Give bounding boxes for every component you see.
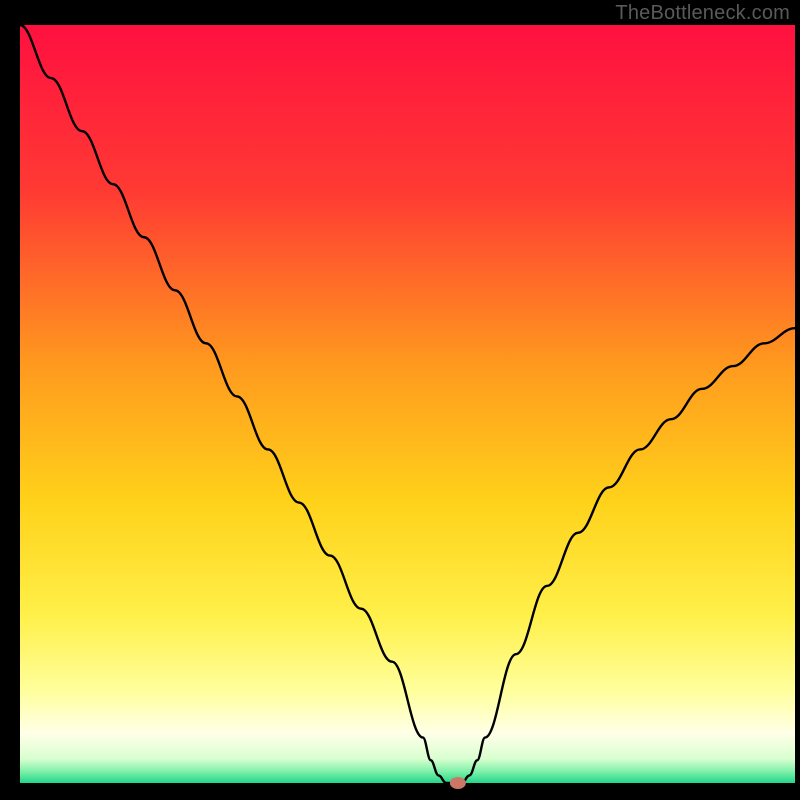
- chart-frame: TheBottleneck.com: [0, 0, 800, 800]
- bottleneck-chart: [0, 0, 800, 800]
- optimal-point-marker: [450, 777, 466, 789]
- watermark-text: TheBottleneck.com: [615, 2, 790, 25]
- plot-background: [20, 25, 795, 783]
